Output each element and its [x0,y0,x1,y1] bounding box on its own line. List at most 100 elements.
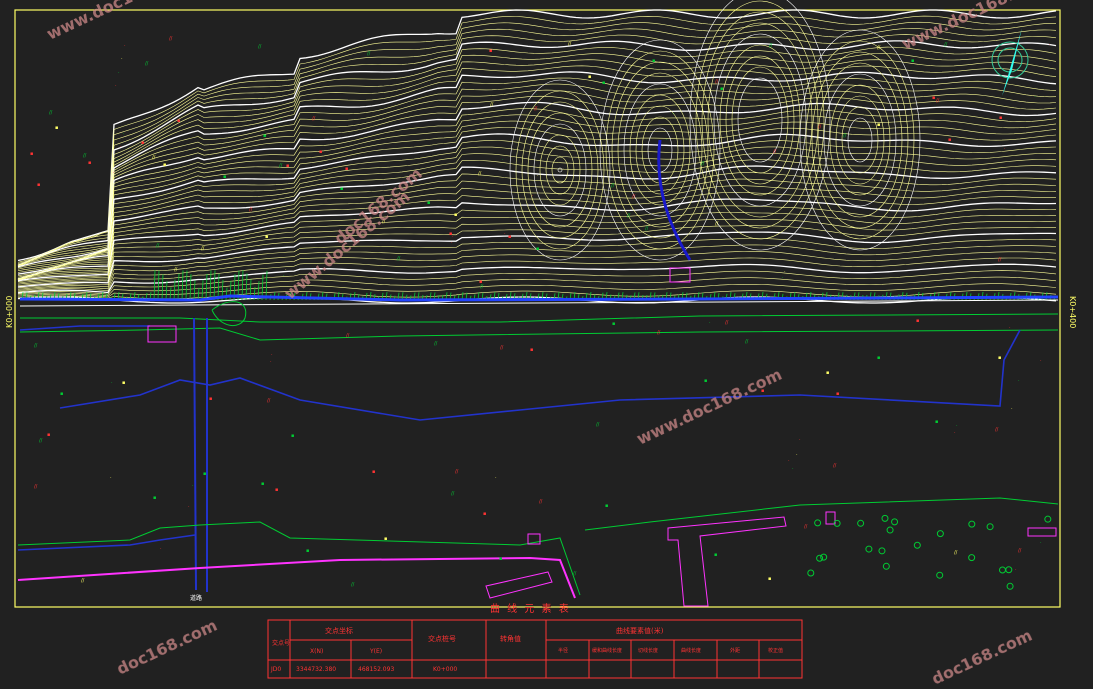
map-symbol: ▪ [122,380,125,386]
map-symbol: ▪ [479,279,482,285]
map-symbol: ▪ [60,391,63,397]
map-symbol: // [279,163,283,169]
map-symbol: · [160,546,162,552]
contour-line [17,120,1057,279]
building-1 [147,325,177,343]
cad-drawing-viewport[interactable]: ▪ // · ▪ // · ▪ // · ▪ // · ▪ // · ▪ // · ▪ // · ▪ // · ▪ // · ▪ // ·… [0,0,1093,689]
map-symbol: · [279,124,281,130]
map-symbol: // [145,61,149,67]
map-symbol: · [956,423,958,429]
contour-line [17,133,1057,281]
tree-symbol [807,569,815,577]
map-symbol: ▪ [948,137,951,143]
tree-symbol [968,520,976,528]
map-symbol: ▪ [999,115,1002,121]
map-symbol: · [123,131,125,137]
topographic-road-plan[interactable]: ▪ // · ▪ // · ▪ // · ▪ // · ▪ // · ▪ // · ▪ // · ▪ // · ▪ // · ▪ // ·… [0,0,1093,689]
map-symbol: ▪ [223,174,226,180]
map-symbol: ▪ [602,80,605,86]
map-symbol: ▪ [826,370,829,376]
tree-symbol [881,514,889,522]
map-symbol: // [367,51,371,57]
map-symbol: ▪ [836,391,839,397]
map-symbol: // [773,149,777,155]
map-symbol: // [169,36,173,42]
th-tangent: 切线长度 [638,647,658,654]
map-symbol: // [500,345,504,351]
tree-symbol [816,554,824,562]
tree-symbol [968,554,976,562]
contour-ring [707,22,813,218]
map-symbol: · [124,43,126,49]
vegetation-mark [173,279,176,301]
contour-line [17,178,1057,280]
th-station: 交点桩号 [428,634,456,643]
map-symbol: · [799,437,801,443]
tree-symbol [886,526,894,534]
th-elements: 曲线要素值(米) [616,626,664,635]
map-symbol: ▪ [203,471,206,477]
map-symbol: ▪ [88,160,91,166]
map-symbol: // [455,469,459,475]
contour-ring [527,112,593,228]
watermark: doc168.com [114,616,220,679]
contour-line [17,231,1057,288]
vegetation-mark [201,280,204,301]
map-symbol: · [666,137,668,143]
map-symbol: ▪ [275,487,278,493]
map-symbol: ▪ [55,125,58,131]
river-1 [59,329,1021,421]
map-symbol: // [769,43,773,49]
vegetation-mark [225,287,228,301]
map-symbol: · [115,83,117,89]
tree-symbol [820,553,828,561]
map-symbol: ▪ [319,149,322,155]
map-symbol: · [1040,540,1042,546]
map-symbol: ▪ [291,433,294,439]
tree-symbol [986,523,994,531]
map-symbol: // [833,463,837,469]
tree-symbol [882,562,890,570]
map-symbol: ▪ [141,140,144,146]
map-symbol: // [877,45,881,51]
th-point-no: 交点号 [272,639,290,647]
map-symbol: // [267,398,271,404]
watermark: www.doc168.com [899,0,1050,54]
map-symbol: // [715,221,719,227]
map-symbol: // [657,330,661,336]
vegetation-mark [165,280,168,301]
map-symbol: // [249,207,253,213]
map-symbol: // [434,341,438,347]
map-symbol: // [944,42,948,48]
map-symbol: // [346,333,350,339]
tree-symbol [998,566,1006,574]
river-2 [19,325,150,331]
th-external: 外距 [730,647,740,654]
th-coords: 交点坐标 [325,626,353,635]
building-4 [485,571,553,599]
map-symbol: ▪ [261,481,264,487]
map-symbol: ▪ [265,234,268,240]
tree-symbol [878,547,886,555]
map-symbol: ▪ [935,419,938,425]
map-symbol: // [174,267,178,273]
map-symbol: ▪ [911,58,914,64]
th-correction: 校正值 [768,647,783,654]
map-symbol: · [111,380,113,386]
map-symbol: // [312,116,316,122]
map-symbol: · [502,157,504,163]
vegetation-mark [169,287,172,301]
map-symbol: // [351,582,355,588]
map-symbol: // [152,155,156,161]
map-symbol: ▪ [652,58,655,64]
tree-symbol [891,518,899,526]
map-symbol: · [118,70,120,76]
map-symbol: ▪ [588,74,591,80]
map-symbol: · [709,320,711,326]
map-symbol: ▪ [877,355,880,361]
map-symbol: ▪ [454,212,457,218]
vertical-road-left [193,317,197,591]
td-y: 468152.093 [358,666,394,673]
map-symbol: ▪ [932,95,935,101]
map-symbol: ▪ [499,556,502,562]
